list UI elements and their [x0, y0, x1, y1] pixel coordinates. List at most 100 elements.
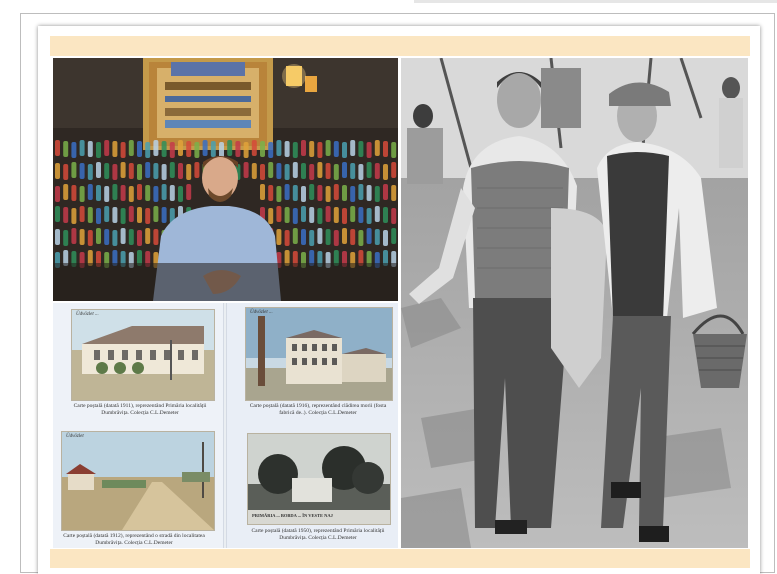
- bottle-shape: [161, 207, 167, 223]
- bottle-shape: [112, 207, 118, 223]
- bottle-shape: [79, 186, 85, 202]
- bottle-shape: [292, 185, 298, 201]
- bottle-shape: [276, 229, 282, 245]
- postcard-4-sign: PRIMĂRIA ... BOBDA ... ÎN VESTE NAJ: [252, 513, 333, 518]
- bottle-shape: [55, 206, 60, 222]
- postcard-booklet-photo: Üdvözlet ... Carte poștală (datată 1911)…: [53, 303, 398, 548]
- bottle-shape: [309, 230, 315, 246]
- bottle-shape: [128, 163, 134, 179]
- bottle-shape: [120, 142, 126, 158]
- bottle-shape: [63, 207, 69, 223]
- postcard-town-hall-1911: Üdvözlet ...: [71, 309, 215, 401]
- bottle-shape: [71, 142, 77, 158]
- bottle-shape: [342, 162, 347, 178]
- bottle-shape: [391, 228, 397, 244]
- bottle-shape: [342, 208, 347, 224]
- bottle-shape: [374, 186, 380, 202]
- postcard-4-caption: Carte poștală (datată 1950), reprezentân…: [251, 528, 385, 541]
- bottle-shape: [358, 230, 364, 246]
- bottle-shape: [284, 184, 290, 200]
- bottle-shape: [333, 207, 339, 223]
- booklet-fold: [223, 303, 227, 548]
- bottle-shape: [391, 185, 397, 201]
- bottle-shape: [87, 207, 93, 223]
- bottle-shape: [63, 141, 69, 157]
- bottle-shape: [161, 184, 167, 200]
- bottle-shape: [301, 206, 306, 222]
- postcard-town-hall-1950: PRIMĂRIA ... BOBDA ... ÎN VESTE NAJ: [247, 433, 391, 525]
- bottle-shape: [235, 141, 241, 157]
- bottle-shape: [63, 184, 69, 200]
- bottle-shape: [333, 164, 339, 180]
- bottle-shape: [186, 164, 192, 180]
- bottle-shape: [301, 229, 306, 245]
- bottle-shape: [87, 164, 93, 180]
- bottle-shape: [219, 142, 224, 158]
- bottle-shape: [268, 142, 274, 158]
- bottle-shape: [284, 207, 290, 223]
- bottle-shape: [120, 162, 126, 178]
- bottle-shape: [292, 142, 298, 158]
- two-men-walking-photo: [401, 58, 748, 548]
- postcard-2-sign: Üdvözlet ...: [250, 310, 273, 315]
- bottle-shape: [260, 141, 265, 157]
- bottle-shape: [145, 228, 151, 244]
- postcard-street-1912: Üdvözlet: [61, 431, 215, 531]
- bottle-shape: [71, 185, 77, 201]
- bottle-shape: [178, 186, 183, 202]
- postcard-2-caption: Carte poștală (datată 1916), reprezentân…: [249, 403, 387, 416]
- bottle-shape: [366, 162, 372, 178]
- bottle-shape: [366, 228, 372, 244]
- bottle-shape: [161, 141, 167, 157]
- bottle-shape: [63, 164, 69, 180]
- bottle-wall-photo: [53, 58, 398, 301]
- bottle-shape: [145, 208, 151, 224]
- bottle-shape: [333, 141, 339, 157]
- bottle-shape: [104, 206, 110, 222]
- bottle-shape: [128, 140, 134, 156]
- bottle-shape: [317, 228, 323, 244]
- bottle-shape: [120, 208, 126, 224]
- bottle-shape: [71, 228, 77, 244]
- bottle-shape: [186, 141, 192, 157]
- bottle-shape: [120, 228, 126, 244]
- bottle-shape: [309, 184, 315, 200]
- bottle-shape: [317, 162, 323, 178]
- bottle-shape: [325, 186, 331, 202]
- bottle-shape: [243, 142, 249, 158]
- bottle-shape: [96, 142, 101, 158]
- bottle-shape: [358, 141, 364, 157]
- bottle-shape: [374, 163, 380, 179]
- bottle-shape: [292, 208, 298, 224]
- bottle-shape: [383, 164, 388, 180]
- bottom-band: [50, 549, 750, 568]
- bottle-shape: [350, 186, 356, 202]
- bottle-shape: [161, 164, 167, 180]
- bottle-shape: [87, 184, 93, 200]
- bottle-shape: [276, 140, 282, 156]
- bottle-shape: [309, 164, 315, 180]
- bottle-shape: [145, 162, 151, 178]
- bottle-shape: [358, 184, 364, 200]
- bottle-shape: [309, 141, 315, 157]
- bottle-shape: [276, 186, 282, 202]
- bottle-shape: [120, 185, 126, 201]
- bottle-shape: [96, 228, 101, 244]
- bottle-shape: [342, 142, 347, 158]
- bottle-shape: [79, 163, 85, 179]
- bottle-shape: [186, 184, 192, 200]
- bottle-shape: [391, 162, 397, 178]
- bottle-shape: [366, 185, 372, 201]
- bottle-shape: [71, 162, 77, 178]
- bottle-shape: [284, 141, 290, 157]
- bottle-shape: [251, 163, 257, 179]
- bottle-shape: [366, 142, 372, 158]
- postcard-1-sign: Üdvözlet ...: [76, 312, 99, 317]
- bottle-shape: [227, 140, 233, 156]
- bottle-shape: [366, 208, 372, 224]
- bottle-shape: [169, 142, 175, 158]
- bottle-shape: [128, 186, 134, 202]
- bottle-shape: [309, 207, 315, 223]
- bottle-shape: [153, 206, 159, 222]
- bottle-shape: [391, 208, 397, 224]
